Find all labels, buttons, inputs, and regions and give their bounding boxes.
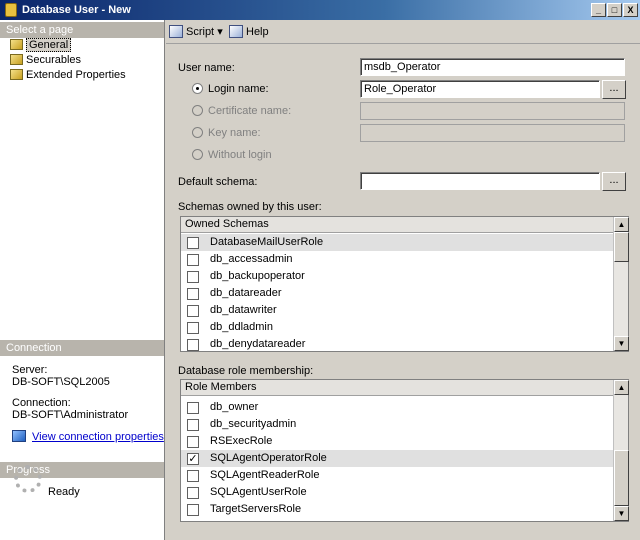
schema-browse-button[interactable]: ... bbox=[602, 172, 626, 191]
certificate-name-label: Certificate name: bbox=[208, 105, 292, 117]
table-row[interactable]: db_backupoperator bbox=[181, 268, 614, 285]
schema-checkbox[interactable] bbox=[187, 322, 199, 334]
without-login-label: Without login bbox=[208, 149, 272, 161]
view-connection-properties-link[interactable]: View connection properties bbox=[12, 430, 164, 443]
title-bar: Database User - New _ □ X bbox=[0, 0, 640, 20]
certificate-name-input bbox=[360, 102, 625, 120]
without-login-radio[interactable] bbox=[192, 149, 203, 160]
server-label: Server: bbox=[12, 364, 48, 376]
role-checkbox-checked[interactable]: ✓ bbox=[187, 453, 199, 465]
key-name-label: Key name: bbox=[208, 127, 261, 139]
scroll-up-icon[interactable]: ▲ bbox=[614, 380, 629, 395]
table-row[interactable]: SQLAgentUserRole bbox=[181, 484, 614, 501]
progress-status: Ready bbox=[48, 486, 80, 498]
scroll-thumb[interactable] bbox=[614, 450, 629, 506]
schema-checkbox[interactable] bbox=[187, 254, 199, 266]
table-row[interactable]: RSExecRole bbox=[181, 433, 614, 450]
table-row[interactable]: db_datareader bbox=[181, 285, 614, 302]
help-button[interactable]: Help bbox=[229, 25, 269, 38]
role-checkbox[interactable] bbox=[187, 504, 199, 516]
table-row[interactable]: db_denydatareader bbox=[181, 336, 614, 353]
connection-label: Connection: bbox=[12, 397, 71, 409]
page-item-extended-properties[interactable]: Extended Properties bbox=[10, 69, 126, 83]
login-browse-button[interactable]: ... bbox=[602, 80, 626, 99]
main-panel: Script ▾ Help User name: msdb_Operator L… bbox=[166, 20, 640, 540]
owned-schemas-column-header[interactable]: Owned Schemas bbox=[181, 217, 614, 233]
key-name-radio[interactable] bbox=[192, 127, 203, 138]
table-row[interactable]: db_securityadmin bbox=[181, 416, 614, 433]
owned-schemas-grid: Owned Schemas DatabaseMailUserRole db_ac… bbox=[180, 216, 629, 352]
login-name-input[interactable]: Role_Operator bbox=[360, 80, 600, 98]
properties-icon bbox=[12, 430, 26, 442]
table-row[interactable]: db_accessadmin bbox=[181, 251, 614, 268]
script-icon bbox=[169, 25, 183, 38]
schema-checkbox[interactable] bbox=[187, 339, 199, 351]
table-row[interactable]: SQLAgentReaderRole bbox=[181, 467, 614, 484]
window-title: Database User - New bbox=[22, 4, 131, 16]
close-button[interactable]: X bbox=[623, 3, 638, 17]
maximize-button[interactable]: □ bbox=[607, 3, 622, 17]
table-row[interactable]: db_ddladmin bbox=[181, 319, 614, 336]
database-icon bbox=[5, 3, 17, 17]
schemas-scrollbar[interactable]: ▲ ▼ bbox=[613, 217, 629, 351]
role-checkbox[interactable] bbox=[187, 487, 199, 499]
role-checkbox[interactable] bbox=[187, 436, 199, 448]
minimize-button[interactable]: _ bbox=[591, 3, 606, 17]
schema-checkbox[interactable] bbox=[187, 271, 199, 283]
table-row[interactable]: ✓ SQLAgentOperatorRole bbox=[181, 450, 614, 467]
user-name-label: User name: bbox=[178, 62, 235, 74]
table-row[interactable]: db_datawriter bbox=[181, 302, 614, 319]
user-name-input[interactable]: msdb_Operator bbox=[360, 58, 625, 76]
schema-checkbox[interactable] bbox=[187, 237, 199, 249]
database-user-dialog: Database User - New _ □ X Select a page … bbox=[0, 0, 640, 540]
page-item-securables[interactable]: Securables bbox=[10, 54, 81, 68]
roles-scrollbar[interactable]: ▲ ▼ bbox=[613, 380, 629, 521]
table-row[interactable]: TargetServersRole bbox=[181, 501, 614, 518]
login-name-radio[interactable] bbox=[192, 83, 203, 94]
schema-checkbox[interactable] bbox=[187, 305, 199, 317]
page-icon bbox=[10, 54, 23, 65]
script-button[interactable]: Script ▾ bbox=[169, 25, 223, 38]
page-icon bbox=[10, 39, 23, 50]
scroll-up-icon[interactable]: ▲ bbox=[614, 217, 629, 232]
help-icon bbox=[229, 25, 243, 38]
schemas-owned-label: Schemas owned by this user: bbox=[178, 201, 322, 213]
login-name-label: Login name: bbox=[208, 83, 269, 95]
certificate-name-radio[interactable] bbox=[192, 105, 203, 116]
toolbar: Script ▾ Help bbox=[166, 20, 640, 44]
connection-header: Connection bbox=[0, 340, 164, 356]
table-row[interactable]: db_owner bbox=[181, 399, 614, 416]
role-membership-label: Database role membership: bbox=[178, 365, 314, 377]
role-members-column-header[interactable]: Role Members bbox=[181, 380, 614, 396]
server-value: DB-SOFT\SQL2005 bbox=[12, 376, 110, 388]
connection-value: DB-SOFT\Administrator bbox=[12, 409, 129, 421]
key-name-input bbox=[360, 124, 625, 142]
left-panel: Select a page General Securables Extende… bbox=[0, 20, 165, 540]
table-row[interactable]: DatabaseMailUserRole bbox=[181, 234, 614, 251]
schema-checkbox[interactable] bbox=[187, 288, 199, 300]
role-checkbox[interactable] bbox=[187, 470, 199, 482]
default-schema-input[interactable] bbox=[360, 172, 600, 190]
scroll-down-icon[interactable]: ▼ bbox=[614, 506, 629, 521]
role-checkbox[interactable] bbox=[187, 419, 199, 431]
scroll-thumb[interactable] bbox=[614, 232, 629, 262]
chevron-down-icon[interactable]: ▾ bbox=[217, 26, 223, 38]
role-checkbox[interactable] bbox=[187, 402, 199, 414]
select-page-header: Select a page bbox=[0, 22, 164, 38]
page-icon bbox=[10, 69, 23, 80]
progress-spinner-icon bbox=[14, 465, 42, 493]
default-schema-label: Default schema: bbox=[178, 176, 258, 188]
role-members-grid: Role Members db_owner db_securityadmin R… bbox=[180, 379, 629, 522]
page-item-general[interactable]: General bbox=[10, 38, 72, 53]
scroll-down-icon[interactable]: ▼ bbox=[614, 336, 629, 351]
